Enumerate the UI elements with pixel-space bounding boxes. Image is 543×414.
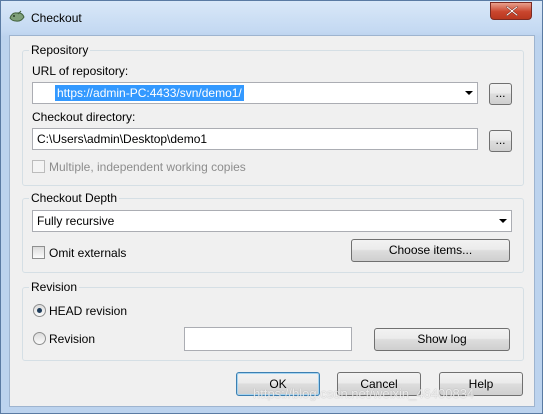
chevron-down-icon[interactable]: [465, 91, 473, 95]
multiple-copies-label: Multiple, independent working copies: [49, 160, 246, 174]
url-label: URL of repository:: [32, 64, 129, 78]
revision-input[interactable]: [184, 327, 352, 351]
window-title: Checkout: [31, 11, 82, 25]
repository-group-title: Repository: [29, 43, 91, 57]
close-icon: [506, 6, 518, 16]
choose-items-button[interactable]: Choose items...: [351, 239, 510, 262]
revision-group-title: Revision: [29, 280, 80, 294]
revision-label: Revision: [49, 332, 96, 346]
dialog-body: Repository URL of repository: https://ad…: [9, 35, 535, 407]
checkout-directory-input[interactable]: C:\Users\admin\Desktop\demo1: [32, 128, 478, 150]
checkout-depth-select[interactable]: Fully recursive: [32, 210, 512, 232]
checkout-dialog: Checkout Repository URL of repository: h…: [0, 0, 543, 414]
head-revision-radio[interactable]: [33, 304, 46, 317]
head-revision-label: HEAD revision: [49, 304, 128, 318]
show-log-button[interactable]: Show log: [374, 328, 510, 351]
url-value: https://admin-PC:4433/svn/demo1/: [55, 85, 244, 101]
close-button[interactable]: [490, 2, 532, 20]
chevron-down-icon[interactable]: [499, 219, 507, 223]
multiple-copies-checkbox[interactable]: [32, 160, 45, 173]
watermark-text: https://blog.csdn.net/weixin_46400834: [253, 386, 475, 401]
browse-directory-button[interactable]: ...: [489, 130, 512, 152]
title-bar[interactable]: Checkout: [1, 1, 542, 35]
omit-externals-checkbox[interactable]: [32, 246, 45, 259]
revision-radio[interactable]: [33, 332, 46, 345]
browse-url-button[interactable]: ...: [489, 83, 512, 105]
omit-externals-label: Omit externals: [49, 246, 127, 260]
checkout-depth-value: Fully recursive: [37, 214, 115, 228]
tortoisesvn-icon: [8, 10, 26, 24]
checkout-directory-label: Checkout directory:: [32, 110, 136, 124]
checkout-depth-group-title: Checkout Depth: [29, 191, 120, 205]
url-combobox[interactable]: https://admin-PC:4433/svn/demo1/: [32, 82, 478, 104]
